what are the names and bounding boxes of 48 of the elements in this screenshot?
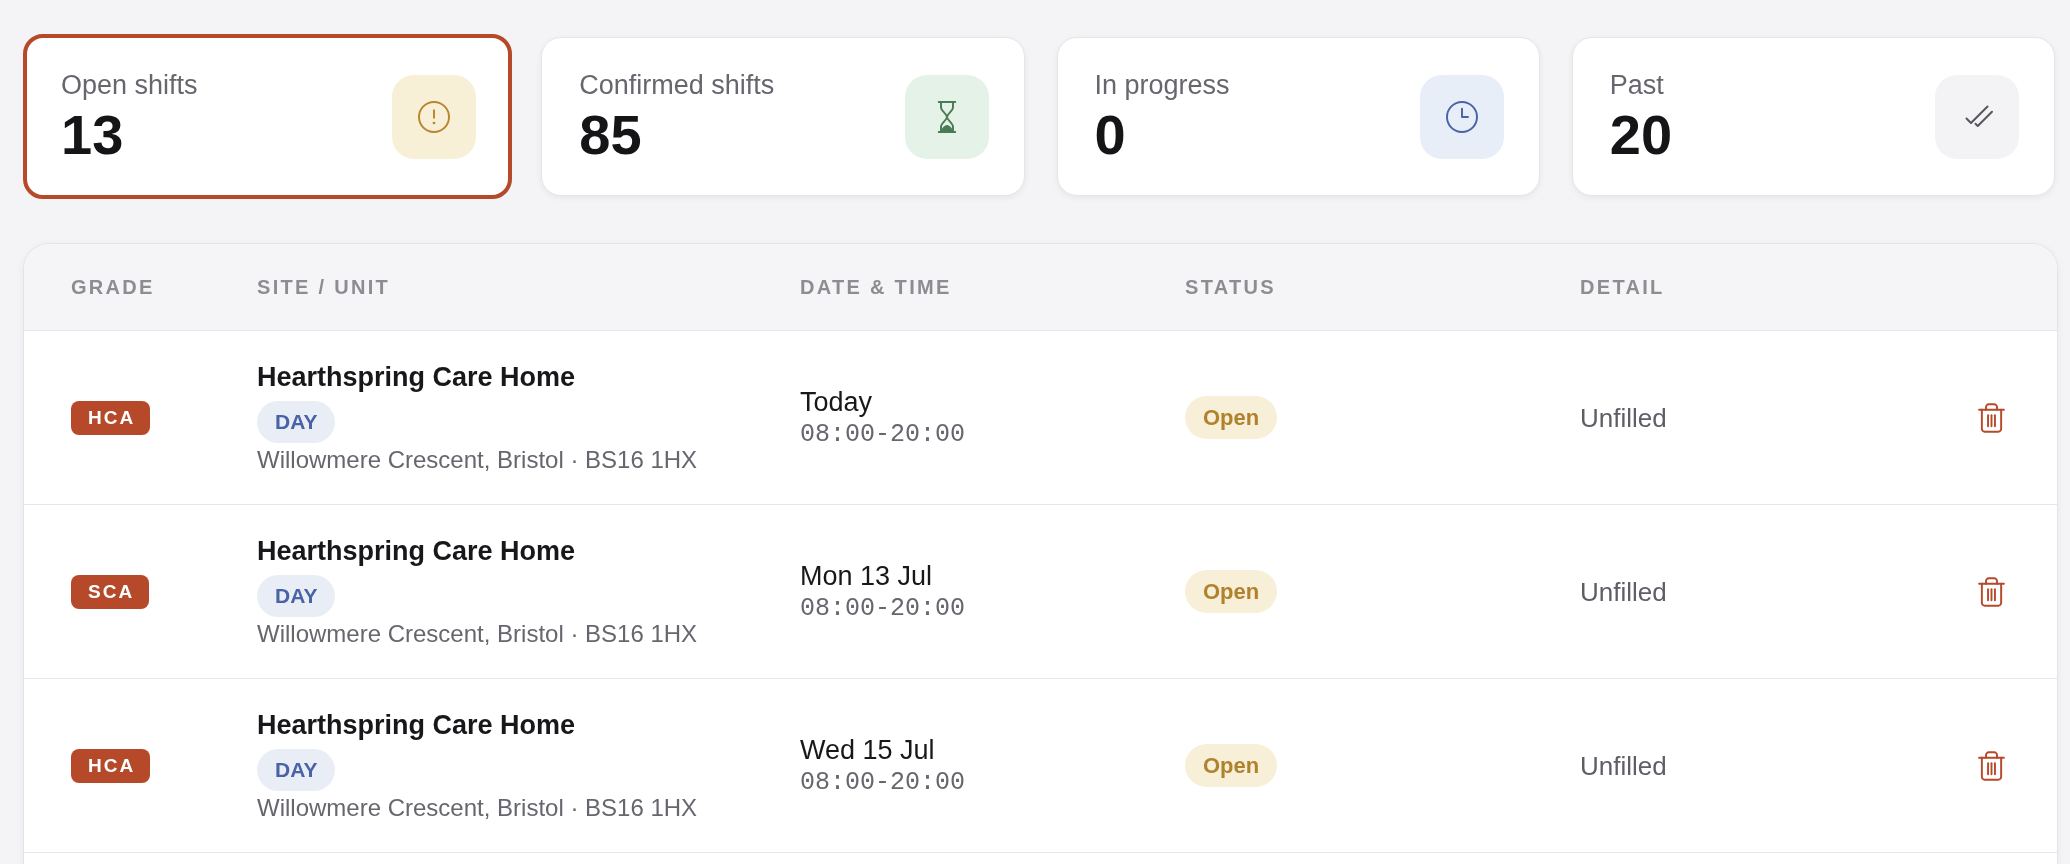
column-header: DATE & TIME — [800, 275, 952, 299]
card-count: 0 — [1094, 104, 1126, 165]
shift-date: Mon 13 Jul — [800, 559, 933, 592]
site-name: Hearthspring Care Home — [257, 361, 576, 394]
card-label: Open shifts — [61, 68, 198, 101]
column-header: SITE / UNIT — [257, 275, 391, 299]
grade-badge: HCA — [71, 748, 151, 783]
column-header: STATUS — [1185, 275, 1276, 299]
card-count: 85 — [579, 104, 642, 165]
site-address: Willowmere Crescent, Bristol · BS16 1HX — [257, 619, 698, 649]
shift-date: Today — [800, 385, 873, 418]
shift-time: 08:00-20:00 — [800, 593, 966, 624]
site-name: Hearthspring Care Home — [257, 709, 576, 742]
grade-badge: HCA — [71, 400, 151, 435]
site-address: Willowmere Crescent, Bristol · BS16 1HX — [257, 793, 698, 823]
card-label: Confirmed shifts — [579, 68, 775, 101]
status-badge: Open — [1185, 744, 1278, 787]
detail-text: Unfilled — [1580, 749, 1667, 782]
card-label: In progress — [1094, 68, 1230, 101]
grade-badge: SCA — [71, 574, 150, 609]
shift-tag: DAY — [257, 575, 336, 617]
warning-icon — [392, 74, 477, 159]
card-count: 13 — [61, 104, 124, 165]
filter-card[interactable]: Confirmed shifts 85 — [541, 37, 1025, 196]
site-name: Hearthspring Care Home — [257, 535, 576, 568]
shift-time: 08:00-20:00 — [800, 419, 966, 450]
shift-tag: DAY — [257, 401, 336, 443]
card-label: Past — [1609, 68, 1664, 101]
filter-card[interactable]: Past 20 — [1571, 37, 2055, 196]
detail-text: Unfilled — [1580, 401, 1667, 434]
column-header: DETAIL — [1580, 275, 1665, 299]
trash-icon[interactable] — [1978, 750, 2005, 781]
column-header: GRADE — [71, 275, 155, 299]
site-address: Willowmere Crescent, Bristol · BS16 1HX — [257, 445, 698, 475]
status-badge: Open — [1185, 570, 1278, 613]
trash-icon[interactable] — [1978, 576, 2005, 607]
shift-time: 08:00-20:00 — [800, 767, 966, 798]
shift-tag: DAY — [257, 749, 336, 791]
hourglass-icon — [904, 74, 989, 159]
detail-text: Unfilled — [1580, 575, 1667, 608]
filter-card[interactable]: In progress 0 — [1056, 37, 1540, 196]
card-count: 20 — [1609, 104, 1673, 165]
filter-card[interactable]: Open shifts 13 — [23, 34, 513, 199]
shift-date: Wed 15 Jul — [800, 733, 935, 766]
status-badge: Open — [1185, 396, 1278, 439]
double-check-icon — [1935, 74, 2019, 159]
trash-icon[interactable] — [1978, 402, 2005, 433]
clock-icon — [1419, 74, 1504, 159]
